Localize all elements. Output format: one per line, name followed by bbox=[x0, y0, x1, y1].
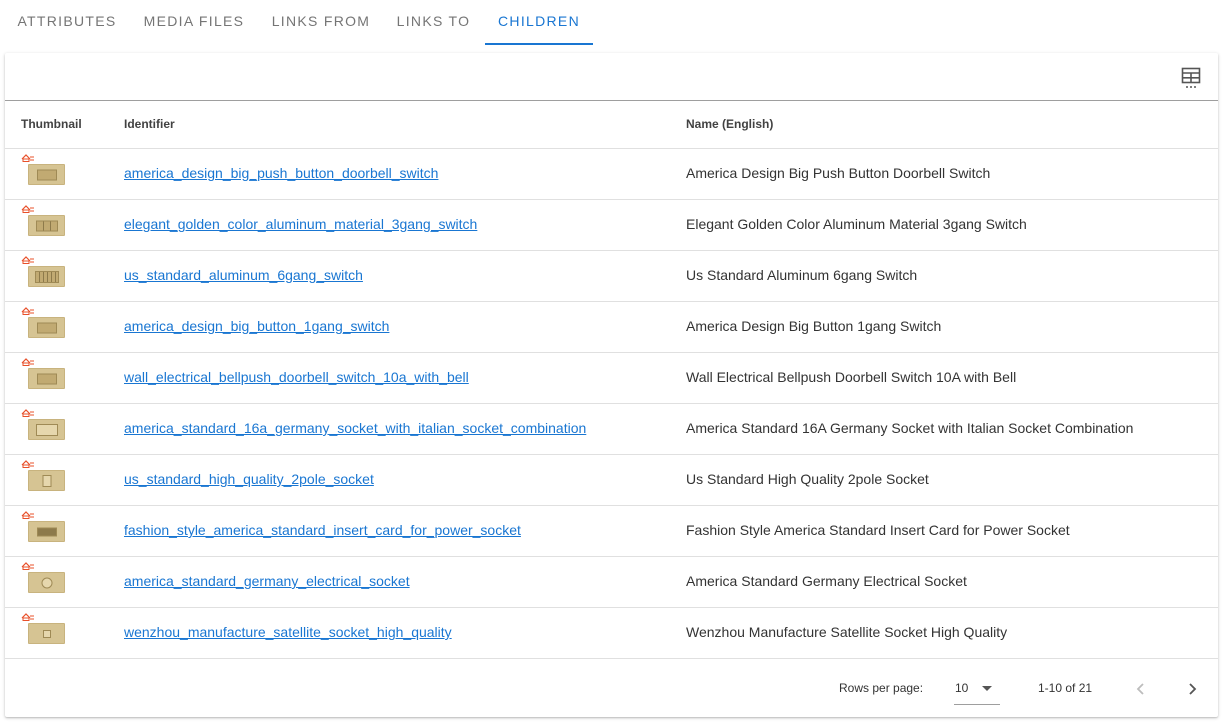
identifier-link[interactable]: fashion_style_america_standard_insert_ca… bbox=[124, 506, 521, 555]
name-cell: Wenzhou Manufacture Satellite Socket Hig… bbox=[686, 624, 1008, 640]
table-row[interactable]: america_standard_germany_electrical_sock… bbox=[5, 557, 1218, 608]
thumbnail-cell bbox=[21, 302, 71, 352]
product-thumbnail[interactable] bbox=[28, 521, 65, 542]
product-thumbnail[interactable] bbox=[28, 572, 65, 593]
thumbnail-cell bbox=[21, 557, 71, 607]
header-identifier[interactable]: Identifier bbox=[124, 102, 175, 146]
table-row[interactable]: america_standard_16a_germany_socket_with… bbox=[5, 404, 1218, 455]
product-thumbnail[interactable] bbox=[28, 623, 65, 644]
product-thumbnail[interactable] bbox=[28, 470, 65, 491]
table-header: Thumbnail Identifier Name (English) bbox=[5, 102, 1218, 149]
brand-logo-icon bbox=[21, 455, 35, 468]
tab-links-from[interactable]: Links from bbox=[262, 0, 380, 46]
product-thumbnail[interactable] bbox=[28, 368, 65, 389]
name-cell: Us Standard Aluminum 6gang Switch bbox=[686, 267, 918, 283]
chevron-right-icon[interactable] bbox=[1178, 675, 1206, 703]
name-cell: Us Standard High Quality 2pole Socket bbox=[686, 471, 929, 487]
rows-per-page-label: Rows per page: bbox=[839, 681, 924, 695]
header-thumbnail[interactable]: Thumbnail bbox=[21, 102, 82, 146]
table-body: america_design_big_push_button_doorbell_… bbox=[5, 149, 1218, 659]
identifier-link[interactable]: elegant_golden_color_aluminum_material_3… bbox=[124, 200, 477, 249]
thumbnail-cell bbox=[21, 149, 71, 199]
name-cell: America Standard 16A Germany Socket with… bbox=[686, 420, 1134, 436]
chevron-left-icon[interactable] bbox=[1127, 675, 1155, 703]
caret-down-icon bbox=[982, 686, 992, 691]
table-row[interactable]: america_design_big_button_1gang_switch Am… bbox=[5, 302, 1218, 353]
brand-logo-icon bbox=[21, 506, 35, 519]
identifier-link[interactable]: america_design_big_button_1gang_switch bbox=[124, 302, 389, 351]
pagination: Rows per page: 10 1-10 of 21 bbox=[5, 665, 1218, 717]
view-column-icon[interactable] bbox=[1181, 67, 1201, 89]
brand-logo-icon bbox=[21, 353, 35, 366]
tab-attributes[interactable]: Attributes bbox=[8, 0, 126, 46]
thumbnail-cell bbox=[21, 353, 71, 403]
thumbnail-cell bbox=[21, 404, 71, 454]
page-range: 1-10 of 21 bbox=[1038, 681, 1093, 695]
active-tab-indicator bbox=[485, 43, 593, 45]
table-row[interactable]: fashion_style_america_standard_insert_ca… bbox=[5, 506, 1218, 557]
name-cell: Elegant Golden Color Aluminum Material 3… bbox=[686, 216, 1027, 232]
brand-logo-icon bbox=[21, 557, 35, 570]
identifier-link[interactable]: america_design_big_push_button_doorbell_… bbox=[124, 149, 438, 198]
tab-bar: Attributes Media files Links from Links … bbox=[0, 0, 1223, 46]
brand-logo-icon bbox=[21, 302, 35, 315]
identifier-link[interactable]: wenzhou_manufacture_satellite_socket_hig… bbox=[124, 608, 452, 657]
thumbnail-cell bbox=[21, 200, 71, 250]
product-thumbnail[interactable] bbox=[28, 266, 65, 287]
tab-media-files[interactable]: Media files bbox=[134, 0, 254, 46]
thumbnail-cell bbox=[21, 251, 71, 301]
identifier-link[interactable]: us_standard_high_quality_2pole_socket bbox=[124, 455, 374, 504]
tab-links-to[interactable]: Links to bbox=[387, 0, 480, 46]
table-toolbar bbox=[5, 53, 1218, 101]
name-cell: Fashion Style America Standard Insert Ca… bbox=[686, 522, 1070, 538]
name-cell: America Design Big Push Button Doorbell … bbox=[686, 165, 991, 181]
product-thumbnail[interactable] bbox=[28, 317, 65, 338]
table-row[interactable]: america_design_big_push_button_doorbell_… bbox=[5, 149, 1218, 200]
table-row[interactable]: wenzhou_manufacture_satellite_socket_hig… bbox=[5, 608, 1218, 659]
thumbnail-cell bbox=[21, 608, 71, 658]
identifier-link[interactable]: america_standard_germany_electrical_sock… bbox=[124, 557, 410, 606]
table-row[interactable]: wall_electrical_bellpush_doorbell_switch… bbox=[5, 353, 1218, 404]
thumbnail-cell bbox=[21, 506, 71, 556]
rows-per-page-value: 10 bbox=[955, 681, 969, 695]
identifier-link[interactable]: wall_electrical_bellpush_doorbell_switch… bbox=[124, 353, 469, 402]
brand-logo-icon bbox=[21, 149, 35, 162]
brand-logo-icon bbox=[21, 608, 35, 621]
product-thumbnail[interactable] bbox=[28, 164, 65, 185]
table-row[interactable]: us_standard_aluminum_6gang_switch Us Stan… bbox=[5, 251, 1218, 302]
table-row[interactable]: elegant_golden_color_aluminum_material_3… bbox=[5, 200, 1218, 251]
name-cell: America Design Big Button 1gang Switch bbox=[686, 318, 942, 334]
children-table-card: Thumbnail Identifier Name (English) amer… bbox=[5, 53, 1218, 717]
brand-logo-icon bbox=[21, 200, 35, 213]
rows-per-page-select[interactable]: 10 bbox=[954, 677, 1000, 705]
name-cell: Wall Electrical Bellpush Doorbell Switch… bbox=[686, 369, 1017, 385]
header-name[interactable]: Name (English) bbox=[686, 102, 773, 146]
identifier-link[interactable]: us_standard_aluminum_6gang_switch bbox=[124, 251, 363, 300]
name-cell: America Standard Germany Electrical Sock… bbox=[686, 573, 967, 589]
brand-logo-icon bbox=[21, 404, 35, 417]
tab-children[interactable]: Children bbox=[485, 0, 593, 46]
thumbnail-cell bbox=[21, 455, 71, 505]
product-thumbnail[interactable] bbox=[28, 215, 65, 236]
table-row[interactable]: us_standard_high_quality_2pole_socket Us … bbox=[5, 455, 1218, 506]
product-thumbnail[interactable] bbox=[28, 419, 65, 440]
brand-logo-icon bbox=[21, 251, 35, 264]
identifier-link[interactable]: america_standard_16a_germany_socket_with… bbox=[124, 404, 586, 453]
